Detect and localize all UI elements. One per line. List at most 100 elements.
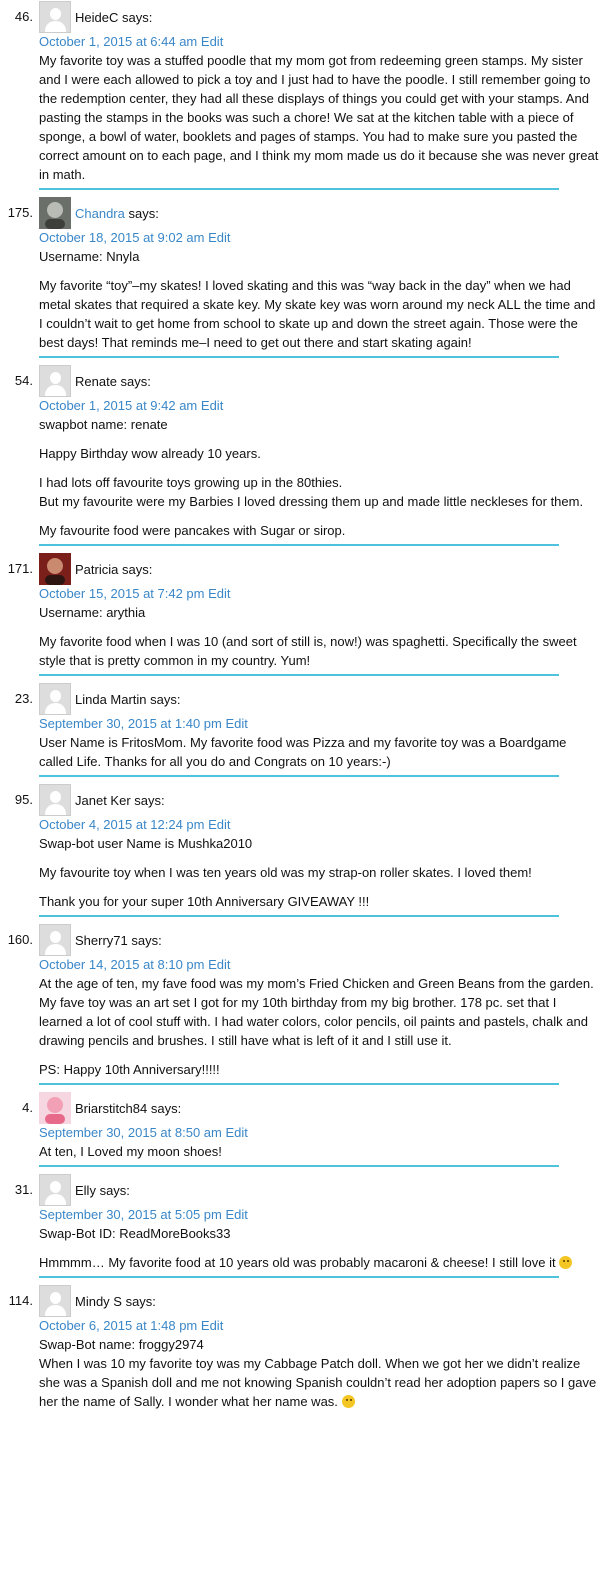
comment-meta: October 18, 2015 at 9:02 am Edit [39,229,600,247]
author-name: Linda Martin [75,691,147,707]
comment-meta: September 30, 2015 at 8:50 am Edit [39,1124,600,1142]
comment-divider [39,1083,559,1085]
comment-meta: October 14, 2015 at 8:10 pm Edit [39,956,600,974]
default-avatar-icon [39,1285,71,1317]
comment-number: 114. [8,1293,33,1308]
comment-paragraph: At ten, I Loved my moon shoes! [39,1144,222,1159]
comment-date-link[interactable]: October 14, 2015 at 8:10 pm [39,957,205,972]
says-label: says: [121,1293,156,1309]
comment-divider [39,544,559,546]
default-avatar-icon [39,1174,71,1206]
comment-header: Janet Ker says: [39,784,600,816]
comment-author: Patricia says: [75,562,152,577]
avatar [39,197,71,229]
comment-paragraph: I had lots off favourite toys growing up… [39,475,584,509]
comment-paragraph: PS: Happy 10th Anniversary!!!!! [39,1062,220,1077]
comment-meta: October 6, 2015 at 1:48 pm Edit [39,1317,600,1335]
comment-number: 95. [14,792,33,807]
edit-link[interactable]: Edit [208,817,230,832]
comment-paragraph: Username: arythia [39,605,146,620]
comment-number: 160. [7,932,33,947]
comment-date-link[interactable]: October 4, 2015 at 12:24 pm [39,817,205,832]
edit-link[interactable]: Edit [225,1207,247,1222]
comment-paragraph: Hmmmm… My favorite food at 10 years old … [39,1253,600,1272]
comment-meta: September 30, 2015 at 1:40 pm Edit [39,715,600,733]
edit-link[interactable]: Edit [208,957,230,972]
comment-header: Chandra says: [39,197,600,229]
edit-link[interactable]: Edit [201,398,223,413]
comment-header: Linda Martin says: [39,683,600,715]
author-name: Elly [75,1182,96,1198]
comment-body: At the age of ten, my fave food was my m… [39,974,600,1079]
comment-divider [39,674,559,676]
comment-body: Swap-bot user Name is Mushka2010 My favou… [39,834,600,911]
comment-paragraph: Swap-Bot name: froggy2974 When I was 10 m… [39,1337,597,1409]
comment-paragraph: swapbot name: renate [39,417,168,432]
comment-author: Elly says: [75,1183,130,1198]
author-name: HeideC [75,9,119,25]
says-label: says: [118,561,153,577]
comment-body: swapbot name: renate Happy Birthday wow a… [39,415,600,540]
comment-paragraph: At the age of ten, my fave food was my m… [39,976,594,1048]
comment-header: Briarstitch84 says: [39,1092,600,1124]
comment-date-link[interactable]: October 18, 2015 at 9:02 am [39,230,205,245]
comment-author: Janet Ker says: [75,793,165,808]
comment-meta: October 1, 2015 at 6:44 am Edit [39,33,600,51]
comment-author: Sherry71 says: [75,933,162,948]
comment-header: Mindy S says: [39,1285,600,1317]
comment: 4. Briarstitch84 says: September 30, 2015 … [22,1091,600,1167]
comment-body: Swap-Bot name: froggy2974 When I was 10 m… [39,1335,600,1411]
comment-number: 54. [14,373,33,388]
says-label: says: [116,373,151,389]
comment-author: Linda Martin says: [75,692,181,707]
comment-date-link[interactable]: October 1, 2015 at 9:42 am [39,398,197,413]
comment-author[interactable]: Chandra says: [75,206,159,221]
comment: 23. Linda Martin says: September 30, 2015 … [15,682,600,777]
author-name: Renate [75,373,117,389]
comment-list: 46. HeideC says: October 1, 2015 at 6:44 a… [0,0,600,1411]
comment-date-link[interactable]: September 30, 2015 at 8:50 am [39,1125,222,1140]
comment-body: My favorite toy was a stuffed poodle tha… [39,51,600,184]
comment-body: User Name is FritosMom. My favorite food… [39,733,600,771]
comment-paragraph: Thank you for your super 10th Anniversar… [39,894,370,909]
comment-divider [39,915,559,917]
comment-divider [39,775,559,777]
comment-author: Renate says: [75,374,151,389]
comment-date-link[interactable]: October 6, 2015 at 1:48 pm [39,1318,197,1333]
edit-link[interactable]: Edit [225,716,247,731]
smiley-icon [559,1256,573,1269]
says-label: says: [130,792,165,808]
comment-number: 46. [14,9,33,24]
avatar [39,1092,71,1124]
comment-number: 23. [14,691,33,706]
comment-date-link[interactable]: September 30, 2015 at 1:40 pm [39,716,222,731]
comment: 175. Chandra says: October 18, 2015 at 9:0… [8,196,600,358]
comment-meta: September 30, 2015 at 5:05 pm Edit [39,1206,600,1224]
author-name: Sherry71 [75,932,128,948]
comment-date-link[interactable]: September 30, 2015 at 5:05 pm [39,1207,222,1222]
author-name: Mindy S [75,1293,122,1309]
comment-paragraph: Happy Birthday wow already 10 years. [39,446,261,461]
comment-number: 175. [7,205,33,220]
comment-header: Patricia says: [39,553,600,585]
edit-link[interactable]: Edit [201,1318,223,1333]
comment-number: 31. [14,1182,33,1197]
edit-link[interactable]: Edit [208,230,230,245]
comment-date-link[interactable]: October 15, 2015 at 7:42 pm [39,586,205,601]
edit-link[interactable]: Edit [201,34,223,49]
comment-divider [39,356,559,358]
comment-body: Swap-Bot ID: ReadMoreBooks33 Hmmmm… My fa… [39,1224,600,1272]
says-label: says: [118,9,153,25]
comment: 160. Sherry71 says: October 14, 2015 at 8:… [8,923,600,1085]
author-name: Janet Ker [75,792,131,808]
comment-divider [39,1165,559,1167]
says-label: says: [146,691,181,707]
default-avatar-icon [39,784,71,816]
author-link[interactable]: Chandra [75,206,125,221]
edit-link[interactable]: Edit [225,1125,247,1140]
comment-date-link[interactable]: October 1, 2015 at 6:44 am [39,34,197,49]
comment-body: Username: Nnyla My favorite “toy”–my skat… [39,247,600,352]
smiley-icon [341,1395,355,1408]
says-label: says: [124,205,159,221]
edit-link[interactable]: Edit [208,586,230,601]
